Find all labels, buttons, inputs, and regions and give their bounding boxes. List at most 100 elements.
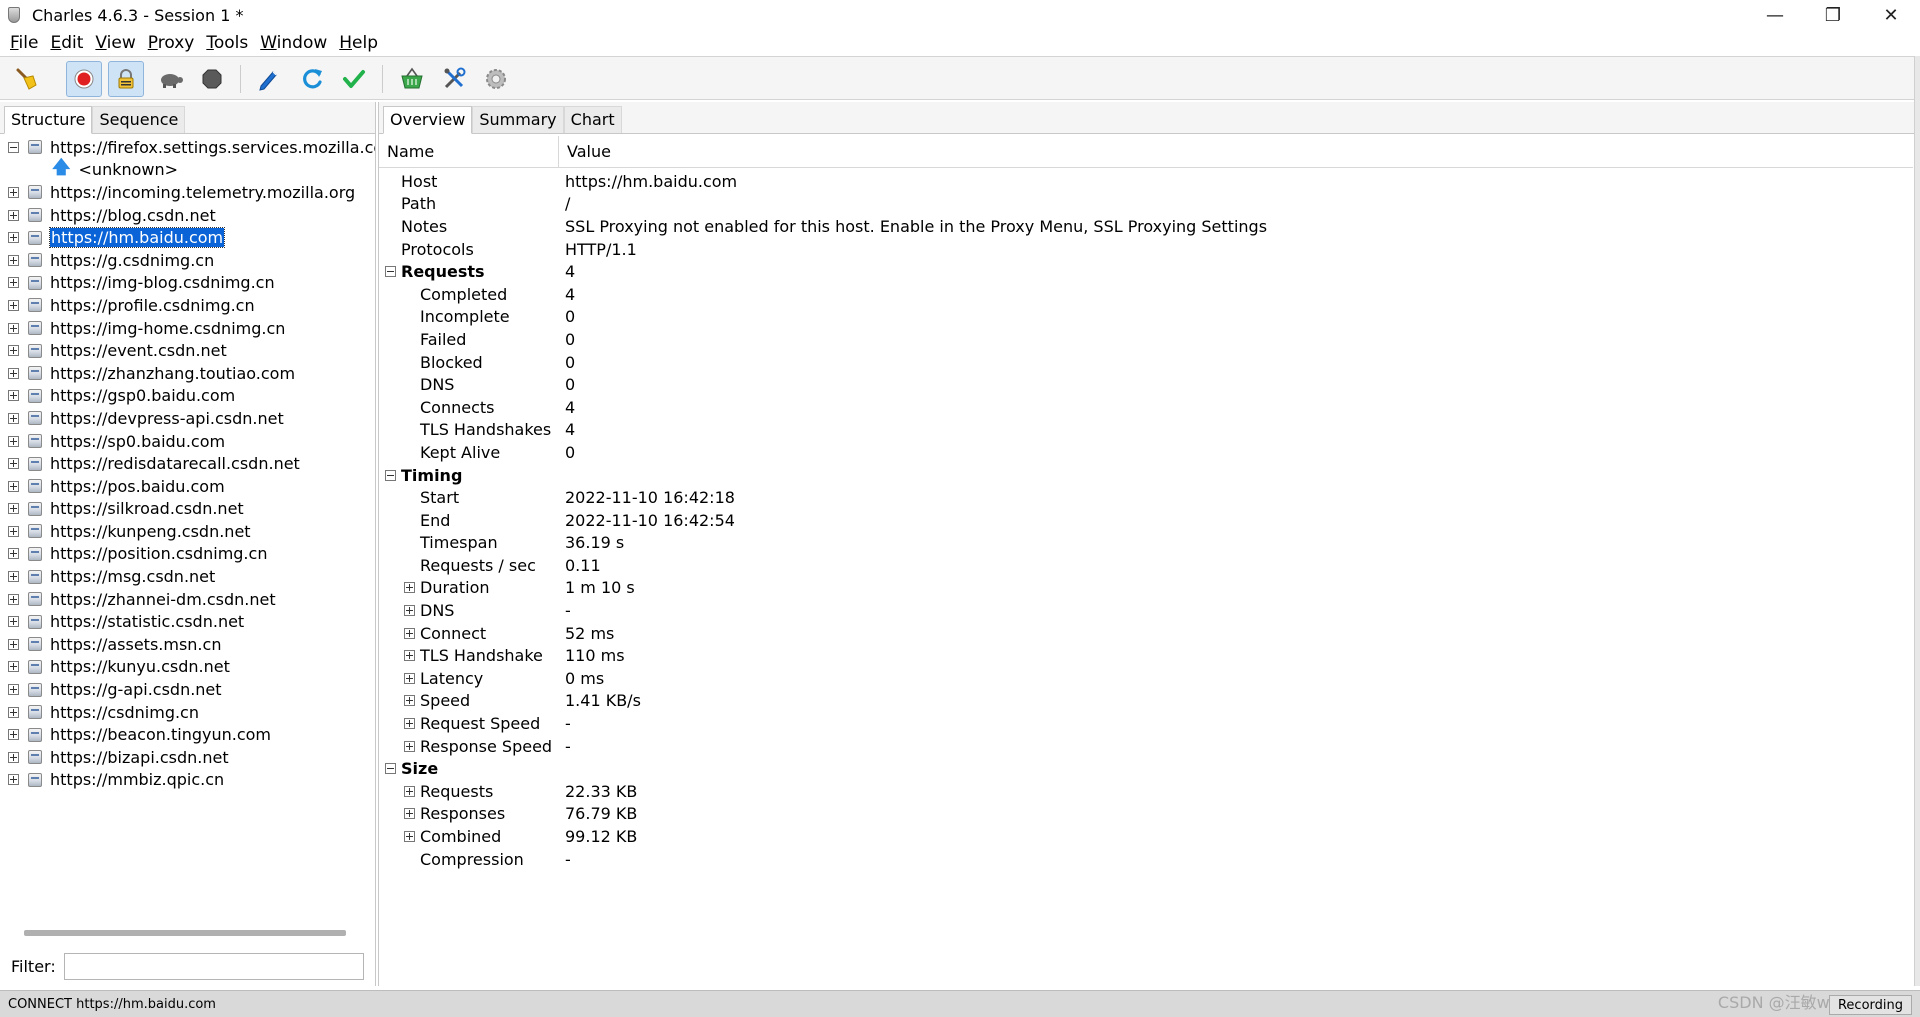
property-row[interactable]: Timing [379,464,1913,487]
expand-toggle[interactable] [8,729,19,741]
horizontal-scrollbar[interactable] [24,930,346,936]
expand-toggle[interactable] [404,718,415,730]
tree-row[interactable]: https://assets.msn.cn [0,633,375,656]
expand-toggle[interactable] [404,831,415,843]
property-row[interactable]: Combined 99.12 KB [379,825,1913,848]
compose-button[interactable] [250,61,286,97]
filter-input[interactable] [63,952,364,980]
tree-row[interactable]: https://gsp0.baidu.com [0,385,375,408]
expand-toggle[interactable] [8,684,19,696]
minimize-button[interactable]: — [1746,0,1804,30]
tree-row[interactable]: https://position.csdnimg.cn [0,543,375,566]
tree-row[interactable]: https://kunpeng.csdn.net [0,520,375,543]
tab-sequence[interactable]: Sequence [92,106,186,133]
tree-row[interactable]: https://blog.csdn.net [0,204,375,227]
repeat-button[interactable] [294,61,330,97]
tree-row[interactable]: https://zhannei-dm.csdn.net [0,588,375,611]
collapse-toggle[interactable] [385,266,396,278]
expand-toggle[interactable] [8,322,19,334]
tree-row[interactable]: https://silkroad.csdn.net [0,498,375,521]
settings-button[interactable] [478,61,514,97]
property-row[interactable]: TLS Handshake 110 ms [379,644,1913,667]
expand-toggle[interactable] [8,299,19,311]
expand-toggle[interactable] [8,593,19,605]
expand-toggle[interactable] [8,186,19,198]
tree-row[interactable]: https://devpress-api.csdn.net [0,407,375,430]
tree-row-selected[interactable]: https://hm.baidu.com [0,226,375,249]
expand-toggle[interactable] [8,458,19,470]
tree-row-child[interactable]: 🡅 <unknown> [0,157,375,182]
property-row[interactable]: Response Speed - [379,735,1913,758]
property-row[interactable]: Latency 0 ms [379,667,1913,690]
collapse-toggle[interactable] [385,469,396,481]
clear-session-button[interactable] [8,61,44,97]
menu-file[interactable]: File [4,33,44,53]
expand-toggle[interactable] [404,740,415,752]
expand-toggle[interactable] [404,650,415,662]
expand-toggle[interactable] [8,525,19,537]
expand-toggle[interactable] [8,390,19,402]
menu-help[interactable]: Help [333,33,384,53]
property-row[interactable]: Speed 1.41 KB/s [379,690,1913,713]
menu-tools[interactable]: Tools [200,33,254,53]
expand-toggle[interactable] [404,785,415,797]
tree-row[interactable]: https://pos.baidu.com [0,475,375,498]
tree-row[interactable]: https://g-api.csdn.net [0,678,375,701]
expand-toggle[interactable] [8,548,19,560]
expand-toggle[interactable] [404,695,415,707]
expand-toggle[interactable] [8,435,19,447]
property-row[interactable]: Duration 1 m 10 s [379,577,1913,600]
close-button[interactable]: ✕ [1862,0,1920,30]
tree-row[interactable]: https://incoming.telemetry.mozilla.org [0,181,375,204]
property-row[interactable]: Connect 52 ms [379,622,1913,645]
tree-row[interactable]: https://g.csdnimg.cn [0,249,375,272]
column-header-value[interactable]: Value [559,142,611,161]
tab-structure[interactable]: Structure [4,106,93,134]
property-row[interactable]: Size [379,757,1913,780]
record-button[interactable] [66,61,102,97]
expand-toggle[interactable] [8,706,19,718]
tree-row[interactable]: https://redisdatarecall.csdn.net [0,452,375,475]
tree-row[interactable]: https://kunyu.csdn.net [0,656,375,679]
tree-row[interactable]: https://beacon.tingyun.com [0,723,375,746]
ssl-proxying-button[interactable] [108,61,144,97]
expand-toggle[interactable] [8,232,19,244]
expand-toggle[interactable] [8,367,19,379]
expand-toggle[interactable] [8,480,19,492]
tree-row[interactable]: https://img-blog.csdnimg.cn [0,272,375,295]
property-row[interactable]: Responses 76.79 KB [379,803,1913,826]
expand-toggle[interactable] [8,571,19,583]
tree-row[interactable]: https://bizapi.csdn.net [0,746,375,769]
tree-row[interactable]: https://mmbiz.qpic.cn [0,769,375,792]
recording-indicator[interactable]: Recording [1828,995,1912,1015]
tree-row[interactable]: https://sp0.baidu.com [0,430,375,453]
property-row[interactable]: Request Speed - [379,712,1913,735]
menu-proxy[interactable]: Proxy [142,33,201,53]
expand-toggle[interactable] [8,412,19,424]
expand-toggle[interactable] [8,774,19,786]
tree-row[interactable]: https://profile.csdnimg.cn [0,294,375,317]
tab-summary[interactable]: Summary [472,106,564,133]
property-row[interactable]: Requests 22.33 KB [379,780,1913,803]
expand-toggle[interactable] [8,661,19,673]
expand-toggle[interactable] [404,672,415,684]
expand-toggle[interactable] [8,616,19,628]
breakpoints-button[interactable] [194,61,230,97]
expand-toggle[interactable] [8,209,19,221]
tree-row[interactable]: https://zhanzhang.toutiao.com [0,362,375,385]
property-row[interactable]: Requests 4 [379,260,1913,283]
tree-row[interactable]: https://event.csdn.net [0,339,375,362]
collapse-toggle[interactable] [385,763,396,775]
expand-toggle[interactable] [8,254,19,266]
throttle-button[interactable] [152,61,188,97]
validate-button[interactable] [336,61,372,97]
expand-toggle[interactable] [8,277,19,289]
expand-toggle[interactable] [8,751,19,763]
menu-window[interactable]: Window [254,33,333,53]
tree-row[interactable]: https://statistic.csdn.net [0,610,375,633]
menu-edit[interactable]: Edit [44,33,89,53]
collapse-toggle[interactable] [8,141,19,153]
tree-row[interactable]: https://msg.csdn.net [0,565,375,588]
restore-button[interactable]: ❐ [1804,0,1862,30]
column-header-name[interactable]: Name [379,135,559,168]
